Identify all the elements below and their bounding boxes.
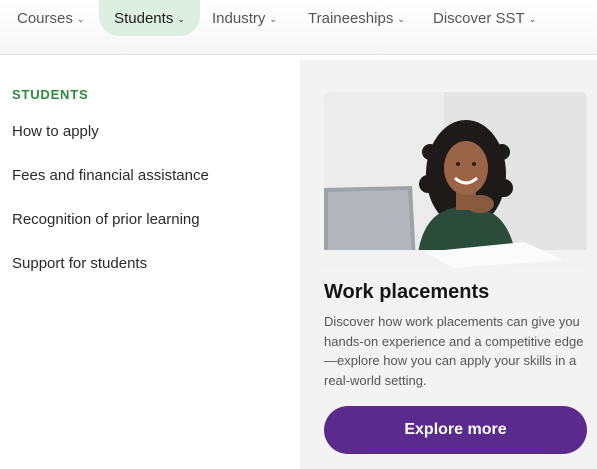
- chevron-down-icon: ⌄: [397, 13, 405, 24]
- explore-more-button[interactable]: Explore more: [324, 406, 587, 454]
- top-navigation: Courses ⌄ Students ⌄ Industry ⌄ Trainees…: [0, 0, 597, 55]
- menu-link-fees-financial-assistance[interactable]: Fees and financial assistance: [12, 167, 209, 184]
- chevron-down-icon: ⌄: [269, 13, 277, 24]
- nav-item-label: Discover SST: [433, 9, 525, 27]
- students-menu: STUDENTS How to apply Fees and financial…: [0, 60, 300, 469]
- chevron-down-icon: ⌄: [177, 13, 185, 24]
- nav-item-label: Industry: [212, 9, 266, 27]
- featured-panel: Work placements Discover how work placem…: [300, 60, 597, 469]
- student-with-laptop-illustration: [324, 92, 587, 268]
- nav-item-courses[interactable]: Courses ⌄: [17, 0, 84, 36]
- menu-link-how-to-apply[interactable]: How to apply: [12, 123, 99, 140]
- chevron-down-icon: ⌄: [528, 13, 537, 24]
- menu-section-heading: STUDENTS: [12, 87, 89, 102]
- nav-item-label: Courses: [17, 9, 73, 27]
- nav-item-students[interactable]: Students ⌄: [99, 0, 200, 36]
- feature-title: Work placements: [324, 281, 490, 303]
- menu-link-recognition-prior-learning[interactable]: Recognition of prior learning: [12, 211, 200, 228]
- nav-item-industry[interactable]: Industry ⌄: [212, 0, 277, 36]
- nav-item-traineeships[interactable]: Traineeships ⌄: [308, 0, 405, 36]
- nav-item-label: Students: [114, 9, 174, 27]
- nav-item-discover-sst[interactable]: Discover SST ⌄: [433, 0, 536, 36]
- chevron-down-icon: ⌄: [76, 13, 85, 24]
- feature-description: Discover how work placements can give yo…: [324, 314, 584, 388]
- menu-link-support-for-students[interactable]: Support for students: [12, 255, 147, 272]
- nav-item-label: Traineeships: [308, 9, 394, 27]
- feature-image: [324, 92, 587, 268]
